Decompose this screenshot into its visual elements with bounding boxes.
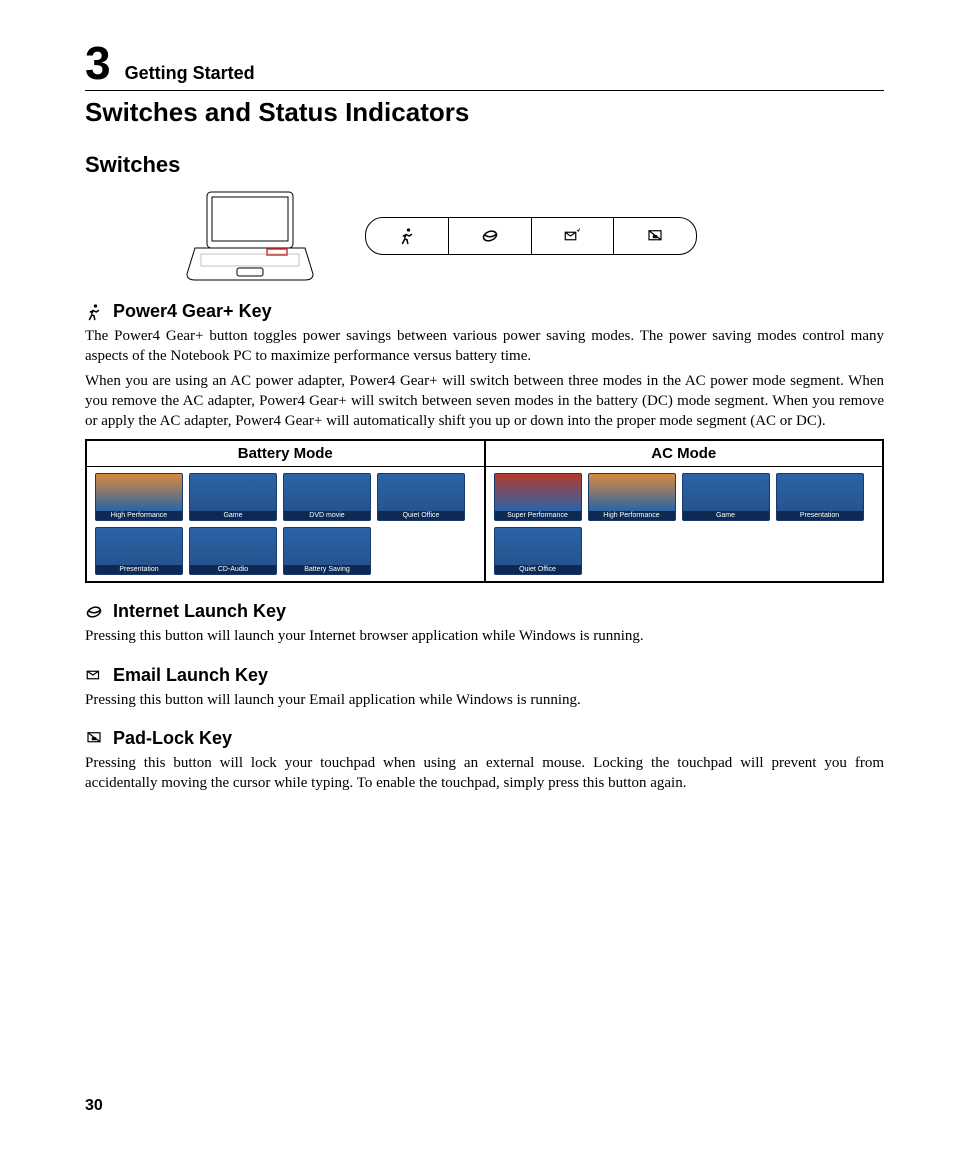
heading-internet: Internet Launch Key	[113, 601, 286, 622]
table-header-battery: Battery Mode	[87, 441, 486, 466]
panel-cell-globe	[449, 218, 532, 254]
power4-paragraph-2: When you are using an AC power adapter, …	[85, 371, 884, 432]
mode-tile: Battery Saving	[283, 527, 371, 575]
mode-tile: Presentation	[95, 527, 183, 575]
heading-padlock: Pad-Lock Key	[113, 728, 232, 749]
mode-tile-label: Presentation	[777, 511, 863, 520]
document-page: 3 Getting Started Switches and Status In…	[0, 0, 954, 1155]
globe-icon	[481, 227, 499, 245]
mode-tile-label: Presentation	[96, 565, 182, 574]
mode-tile-label: Quiet Office	[378, 511, 464, 520]
email-icon	[563, 227, 581, 245]
mode-tile: Super Performance	[494, 473, 582, 521]
mode-tile: High Performance	[95, 473, 183, 521]
panel-cell-padlock	[614, 218, 696, 254]
mode-tile-label: CD-Audio	[190, 565, 276, 574]
battery-tiles: High Performance Game DVD movie Quiet Offic…	[95, 473, 476, 575]
mode-tile-label: Super Performance	[495, 511, 581, 520]
table-header-ac: AC Mode	[486, 441, 883, 466]
laptop-icon	[185, 188, 315, 283]
mode-tile-label: DVD movie	[284, 511, 370, 520]
mode-tile-label: Quiet Office	[495, 565, 581, 574]
mode-tile: High Performance	[588, 473, 676, 521]
email-icon	[85, 666, 103, 684]
chapter-number: 3	[85, 40, 111, 86]
heading-email: Email Launch Key	[113, 665, 268, 686]
section-heading-switches: Switches	[85, 152, 884, 178]
internet-paragraph: Pressing this button will launch your In…	[85, 626, 884, 646]
page-number: 30	[85, 1097, 103, 1115]
chapter-header: 3 Getting Started	[85, 40, 884, 86]
heading-row-email: Email Launch Key	[85, 665, 884, 686]
mode-tile-label: Game	[190, 511, 276, 520]
battery-modes-cell: High Performance Game DVD movie Quiet Offic…	[87, 467, 486, 581]
padlock-icon	[85, 729, 103, 747]
mode-tile-label: High Performance	[96, 511, 182, 520]
mode-tile: Quiet Office	[494, 527, 582, 575]
chapter-label: Getting Started	[125, 63, 255, 84]
globe-icon	[85, 603, 103, 621]
heading-row-padlock: Pad-Lock Key	[85, 728, 884, 749]
mode-tile: Game	[189, 473, 277, 521]
switches-illustration	[185, 188, 884, 283]
running-icon	[398, 227, 416, 245]
ac-modes-cell: Super Performance High Performance Game Pre…	[486, 467, 883, 581]
mode-table: Battery Mode AC Mode High Performance Gam…	[85, 439, 884, 583]
mode-tile: DVD movie	[283, 473, 371, 521]
mode-tile: Game	[682, 473, 770, 521]
mode-tile: CD-Audio	[189, 527, 277, 575]
mode-tile-label: Battery Saving	[284, 565, 370, 574]
running-icon	[85, 303, 103, 321]
panel-cell-email	[532, 218, 615, 254]
ac-tiles: Super Performance High Performance Game Pre…	[494, 473, 875, 575]
padlock-icon	[646, 227, 664, 245]
power4-paragraph-1: The Power4 Gear+ button toggles power sa…	[85, 326, 884, 367]
heading-row-internet: Internet Launch Key	[85, 601, 884, 622]
padlock-paragraph: Pressing this button will lock your touc…	[85, 753, 884, 794]
mode-tile-label: Game	[683, 511, 769, 520]
email-paragraph: Pressing this button will launch your Em…	[85, 690, 884, 710]
heading-power4: Power4 Gear+ Key	[113, 301, 272, 322]
mode-tile-label: High Performance	[589, 511, 675, 520]
mode-tile: Quiet Office	[377, 473, 465, 521]
heading-row-power4: Power4 Gear+ Key	[85, 301, 884, 322]
page-title: Switches and Status Indicators	[85, 97, 884, 128]
mode-tile: Presentation	[776, 473, 864, 521]
panel-cell-running	[366, 218, 449, 254]
divider	[85, 90, 884, 91]
switch-panel	[365, 217, 697, 255]
